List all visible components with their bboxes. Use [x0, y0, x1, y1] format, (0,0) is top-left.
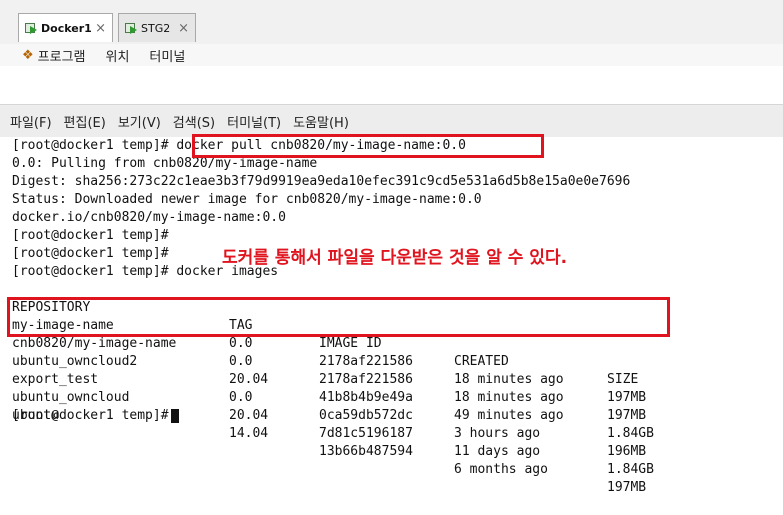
image-id-cell: 7d81c5196187	[319, 426, 413, 441]
header-created: CREATED	[454, 354, 509, 369]
tab-docker1[interactable]: Docker1 ×	[18, 13, 113, 42]
terminal-line: Status: Downloaded newer image for cnb08…	[12, 192, 482, 207]
close-icon[interactable]: ×	[178, 21, 189, 36]
tab-label: Docker1	[41, 21, 92, 35]
pull-command-highlight	[192, 134, 544, 158]
terminal-line: [root@docker1 temp]#	[12, 228, 169, 243]
menu-places[interactable]: 위치	[106, 46, 130, 65]
desktop-area	[0, 66, 783, 104]
image-id-cell: 2178af221586	[319, 372, 413, 387]
created-cell: 18 minutes ago	[454, 372, 564, 387]
close-icon[interactable]: ×	[95, 21, 106, 36]
size-cell: 1.84GB	[607, 426, 654, 441]
image-id-cell: 13b66b487594	[319, 444, 413, 459]
menu-edit[interactable]: 편집(E)	[64, 112, 106, 131]
created-cell: 3 hours ago	[454, 426, 541, 441]
table-row: ubuntu_owncloud2 20.04 41b8b4b9e49a 49 m…	[12, 335, 654, 441]
vm-icon	[25, 22, 37, 34]
tag-cell: 14.04	[229, 426, 269, 441]
tag-cell: 20.04	[229, 408, 269, 423]
menu-view[interactable]: 보기(V)	[118, 112, 161, 131]
tag-cell: 0.0	[229, 354, 253, 369]
terminal-line: docker.io/cnb0820/my-image-name:0.0	[12, 210, 286, 225]
tag-cell: 0.0	[229, 336, 253, 351]
size-cell: 1.84GB	[607, 462, 654, 477]
created-cell: 49 minutes ago	[454, 408, 564, 423]
image-id-cell: 0ca59db572dc	[319, 408, 413, 423]
terminal-line: Digest: sha256:273c22c1eae3b3f79d9919ea9…	[12, 174, 631, 189]
menu-help[interactable]: 도움말(H)	[293, 112, 349, 131]
vm-icon	[125, 22, 137, 34]
created-cell: 11 days ago	[454, 444, 541, 459]
table-row: ubuntu_owncloud 20.04 7d81c5196187 11 da…	[12, 371, 654, 477]
gnome-top-menu: ❖ 프로그램 위치 터미널	[0, 44, 783, 66]
menu-applications[interactable]: 프로그램	[38, 46, 86, 65]
menu-file[interactable]: 파일(F)	[10, 112, 52, 131]
tab-stg2[interactable]: STG2 ×	[118, 13, 196, 42]
menu-search[interactable]: 검색(S)	[173, 112, 215, 131]
annotation-text: 도커를 통해서 파일을 다운받은 것을 알 수 있다.	[222, 248, 568, 268]
menu-terminal[interactable]: 터미널	[149, 46, 185, 65]
applications-icon[interactable]: ❖	[22, 48, 34, 63]
terminal-prompt-line: [root@docker1 temp]#	[12, 407, 179, 425]
size-cell: 197MB	[607, 390, 647, 405]
table-row: ubuntu 14.04 13b66b487594 6 months ago 1…	[12, 389, 646, 495]
downloaded-images-highlight	[7, 297, 670, 337]
size-cell: 196MB	[607, 444, 647, 459]
terminal-menubar: 파일(F) 편집(E) 보기(V) 검색(S) 터미널(T) 도움말(H)	[0, 104, 783, 138]
final-prompt: [root@docker1 temp]#	[12, 408, 169, 423]
size-cell: 197MB	[607, 408, 647, 423]
tag-cell: 0.0	[229, 390, 253, 405]
table-row: export_test 0.0 0ca59db572dc 3 hours ago…	[12, 353, 646, 459]
tag-cell: 20.04	[229, 372, 269, 387]
terminal-line: [root@docker1 temp]#	[12, 246, 169, 261]
tab-label: STG2	[141, 21, 171, 35]
menu-terminal-t[interactable]: 터미널(T)	[227, 112, 281, 131]
created-cell: 6 months ago	[454, 462, 548, 477]
created-cell: 18 minutes ago	[454, 390, 564, 405]
header-image-id: IMAGE ID	[319, 336, 382, 351]
image-id-cell: 41b8b4b9e49a	[319, 390, 413, 405]
header-size: SIZE	[607, 372, 639, 387]
image-id-cell: 2178af221586	[319, 354, 413, 369]
size-cell: 197MB	[607, 480, 647, 495]
terminal-output[interactable]: [root@docker1 temp]# docker pull cnb0820…	[0, 137, 783, 495]
text-cursor	[170, 408, 179, 423]
vm-tab-strip: Docker1 × STG2 ×	[0, 0, 783, 45]
